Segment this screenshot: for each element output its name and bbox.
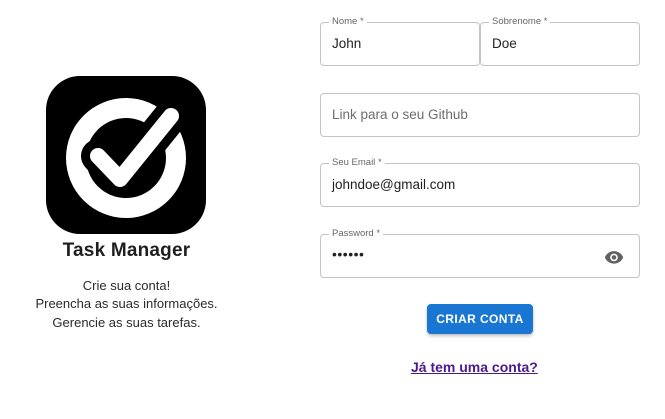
create-account-button[interactable]: CRIAR CONTA bbox=[427, 304, 533, 334]
tagline-manage-tasks: Gerencie as suas tarefas. bbox=[52, 315, 201, 330]
password-masked-value: •••••• bbox=[332, 246, 365, 262]
tagline-create-account: Crie sua conta! bbox=[82, 278, 171, 293]
app-title: Task Manager bbox=[62, 240, 191, 261]
password-label: Password * bbox=[329, 228, 384, 240]
github-placeholder: Link para o seu Github bbox=[332, 107, 468, 122]
email-field[interactable]: Seu Email * johndoe@gmail.com bbox=[320, 157, 640, 207]
last-name-label: Sobrenome * bbox=[489, 16, 551, 28]
github-field[interactable]: Link para o seu Github bbox=[320, 93, 640, 137]
first-name-field[interactable]: Nome * John bbox=[320, 16, 480, 66]
email-value: johndoe@gmail.com bbox=[332, 177, 456, 192]
first-name-value: John bbox=[332, 36, 362, 51]
eye-icon[interactable] bbox=[604, 247, 624, 267]
email-label: Seu Email * bbox=[329, 157, 385, 169]
password-field[interactable]: Password * •••••• bbox=[320, 228, 640, 278]
login-link[interactable]: Já tem uma conta? bbox=[411, 359, 551, 375]
last-name-field[interactable]: Sobrenome * Doe bbox=[480, 16, 640, 66]
first-name-label: Nome * bbox=[329, 16, 367, 28]
tagline-fill-info: Preencha as suas informações. bbox=[35, 296, 218, 311]
last-name-value: Doe bbox=[492, 36, 517, 51]
brand-panel: Task Manager Crie sua conta! Preencha as… bbox=[0, 0, 253, 419]
task-manager-logo-icon bbox=[46, 76, 206, 234]
